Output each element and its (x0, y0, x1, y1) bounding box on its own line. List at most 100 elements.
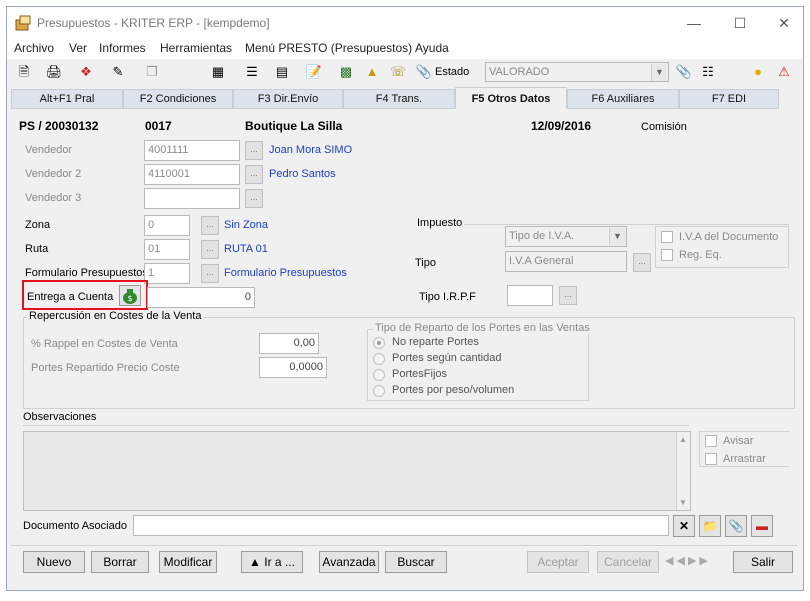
first-record-icon[interactable]: ◀ (665, 555, 676, 567)
tools-icon[interactable]: ❖ (77, 63, 95, 81)
last-record-icon[interactable]: ▶ (699, 555, 710, 567)
chart-icon[interactable]: ▩ (337, 63, 355, 81)
estado-select[interactable]: VALORADO ▼ (485, 62, 669, 82)
reparto-radio-no[interactable] (373, 337, 385, 349)
attach-icon[interactable]: 📎 (415, 63, 433, 81)
rappel-field[interactable]: 0,00 (259, 333, 319, 354)
irpf-field[interactable] (507, 285, 553, 306)
formulario-lookup-button[interactable]: ... (201, 264, 219, 283)
edit-icon[interactable]: ✎ (109, 63, 127, 81)
vendedor2-field[interactable]: 4110001 (144, 164, 240, 185)
reg-eq-checkbox[interactable] (661, 249, 673, 261)
tipo-iva-value: Tipo de I.V.A. (509, 230, 575, 242)
menu-ayuda[interactable]: Ayuda (415, 41, 449, 55)
clear-icon[interactable]: ✕ (673, 515, 695, 537)
delete-icon[interactable]: ▬ (751, 515, 773, 537)
reparto-radio-peso[interactable] (373, 385, 385, 397)
tab-dir-envio[interactable]: F3 Dir.Envío (233, 89, 343, 109)
modificar-button[interactable]: Modificar (159, 551, 217, 573)
link-icon[interactable]: 📎 (675, 63, 693, 81)
list-icon[interactable]: ▤ (273, 63, 291, 81)
iva-documento-checkbox[interactable] (661, 231, 673, 243)
zona-lookup-button[interactable]: ... (201, 216, 219, 235)
tipo-field[interactable]: I.V.A General (505, 251, 627, 272)
tab-condiciones[interactable]: F2 Condiciones (123, 89, 233, 109)
menu-ver[interactable]: Ver (69, 41, 87, 55)
aceptar-button[interactable]: Aceptar (527, 551, 589, 573)
ruta-label: Ruta (25, 243, 49, 255)
vendedor-lookup-button[interactable]: ... (245, 141, 263, 160)
formulario-field[interactable]: 1 (144, 263, 190, 284)
irpf-lookup-button[interactable]: ... (559, 286, 577, 305)
tipo-iva-select[interactable]: Tipo de I.V.A. ▼ (505, 226, 627, 247)
maximize-icon[interactable]: ☐ (725, 13, 755, 33)
ruta-name[interactable]: RUTA 01 (224, 243, 268, 255)
avisar-checkbox[interactable] (705, 435, 717, 447)
ira-button[interactable]: ▲ Ir a ... (241, 551, 303, 573)
vendedor3-label: Vendedor 3 (25, 192, 82, 204)
tab-otros-datos[interactable]: F5 Otros Datos (455, 87, 567, 109)
toolbar: 🗎 🖨 ❖ ✎ ❐ ▦ ☰ ▤ 📝 ▩ ▲ ☏ 📎 Estado VALORAD… (7, 59, 803, 87)
documento-field[interactable] (133, 515, 669, 536)
prev-record-icon[interactable]: ◀ (676, 555, 687, 567)
tab-trans[interactable]: F4 Trans. (343, 89, 455, 109)
salir-button[interactable]: Salir (733, 551, 793, 573)
formulario-name[interactable]: Formulario Presupuestos (224, 267, 347, 279)
cancelar-button[interactable]: Cancelar (597, 551, 659, 573)
scroll-up-icon[interactable]: ▲ (679, 435, 687, 444)
menu-informes[interactable]: Informes (99, 41, 146, 55)
next-record-icon[interactable]: ▶ (688, 555, 699, 567)
ruta-field[interactable]: 01 (144, 239, 190, 260)
tipo-lookup-button[interactable]: ... (633, 253, 651, 272)
zona-name[interactable]: Sin Zona (224, 219, 268, 231)
avanzada-button[interactable]: Avanzada (319, 551, 379, 573)
attach-icon[interactable]: 📎 (725, 515, 747, 537)
zona-field[interactable]: 0 (144, 215, 190, 236)
lightbulb-icon[interactable]: ● (749, 63, 767, 81)
menu-herramientas[interactable]: Herramientas (160, 41, 232, 55)
barcode-icon[interactable]: ☷ (699, 63, 717, 81)
tab-pral[interactable]: Alt+F1 Pral (11, 89, 123, 109)
borrar-button[interactable]: Borrar (91, 551, 149, 573)
observaciones-scrollbar[interactable]: ▲ ▼ (676, 432, 690, 510)
menu-presto[interactable]: Menú PRESTO (Presupuestos) (245, 41, 412, 55)
tab-auxiliares[interactable]: F6 Auxiliares (567, 89, 679, 109)
irpf-label: Tipo I.R.P.F (419, 291, 476, 303)
vendedor2-lookup-button[interactable]: ... (245, 165, 263, 184)
vendedor-field[interactable]: 4001111 (144, 140, 240, 161)
scroll-down-icon[interactable]: ▼ (679, 498, 687, 507)
vendedor2-name[interactable]: Pedro Santos (269, 168, 336, 180)
vendedor3-field[interactable] (144, 188, 240, 209)
tab-edi[interactable]: F7 EDI (679, 89, 779, 109)
note-icon[interactable]: 📝 (305, 63, 323, 81)
entrega-button[interactable]: $ (119, 285, 141, 306)
close-icon[interactable]: ✕ (769, 13, 799, 33)
reparto-radio-fijos[interactable] (373, 369, 385, 381)
phone-icon[interactable]: ☏ (389, 63, 407, 81)
grid-icon[interactable]: ▦ (209, 63, 227, 81)
nuevo-button[interactable]: Nuevo (23, 551, 85, 573)
copy-icon[interactable]: ❐ (143, 63, 161, 81)
entrega-field[interactable]: 0 (147, 287, 255, 308)
portes-field[interactable]: 0,0000 (259, 357, 327, 378)
folder-icon[interactable]: 📁 (699, 515, 721, 537)
reparto-option-no: No reparte Portes (392, 336, 479, 348)
formulario-label: Formulario Presupuestos (25, 267, 148, 279)
arrastrar-checkbox[interactable] (705, 453, 717, 465)
alert-icon[interactable]: ⚠ (775, 63, 793, 81)
tree-icon[interactable]: ☰ (243, 63, 261, 81)
ruta-lookup-button[interactable]: ... (201, 240, 219, 259)
record-navigation: ◀◀▶▶ (665, 554, 725, 572)
minimize-icon[interactable]: — (679, 13, 709, 33)
vendedor-name[interactable]: Joan Mora SIMO (269, 144, 352, 156)
observaciones-textarea[interactable]: ▲ ▼ (23, 431, 691, 511)
vendedor3-lookup-button[interactable]: ... (245, 189, 263, 208)
repercusion-title: Repercusión en Costes de la Venta (27, 310, 204, 322)
print-icon[interactable]: 🖨 (45, 63, 63, 81)
buscar-button[interactable]: Buscar (385, 551, 447, 573)
stamp-icon[interactable]: ▲ (363, 63, 381, 81)
chevron-down-icon: ▼ (651, 64, 667, 81)
preview-icon[interactable]: 🗎 (15, 63, 33, 81)
reparto-radio-cantidad[interactable] (373, 353, 385, 365)
menu-archivo[interactable]: Archivo (14, 41, 54, 55)
